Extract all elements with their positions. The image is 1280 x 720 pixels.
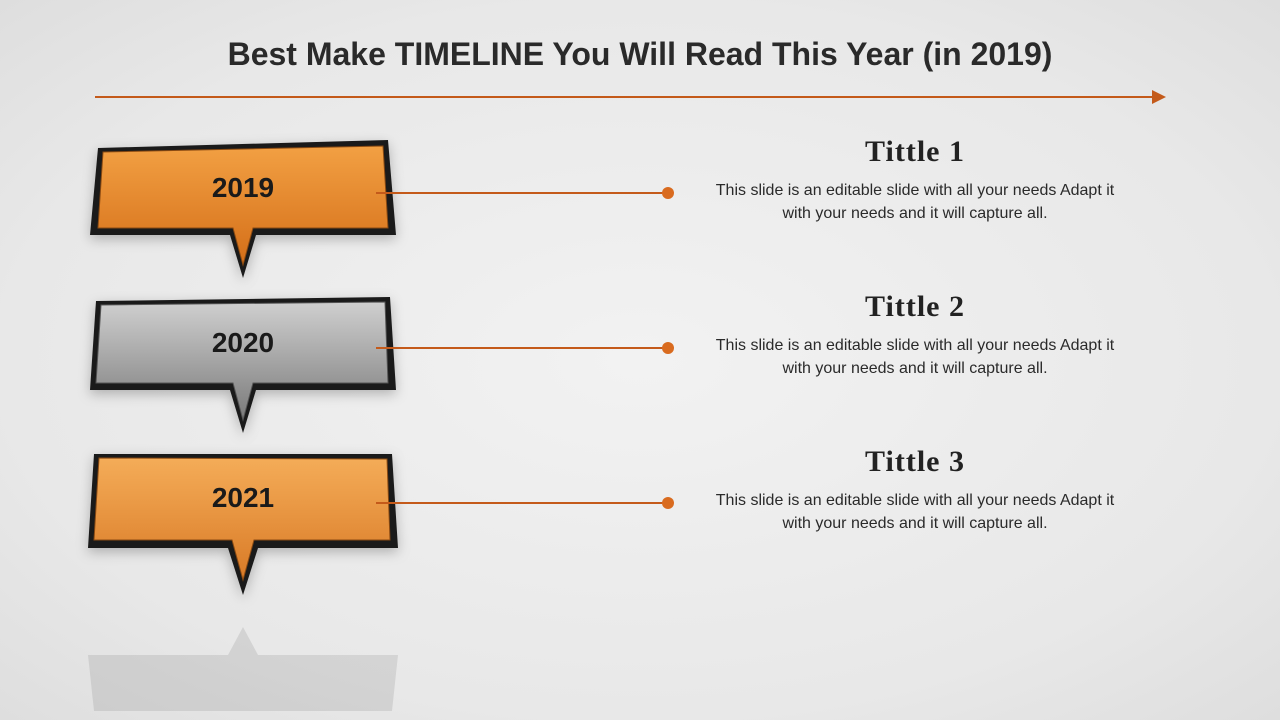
title-underline-arrow	[95, 96, 1155, 98]
year-block-2019: 2019	[88, 140, 408, 290]
year-label: 2019	[88, 172, 398, 204]
year-block-2021: 2021	[88, 450, 408, 605]
slide-title: Best Make TIMELINE You Will Read This Ye…	[0, 36, 1280, 73]
year-block-2020: 2020	[88, 295, 408, 445]
timeline-item-3: Tittle 3 This slide is an editable slide…	[700, 445, 1130, 535]
connector-line	[376, 502, 666, 504]
item-description: This slide is an editable slide with all…	[700, 489, 1130, 535]
item-description: This slide is an editable slide with all…	[700, 334, 1130, 380]
connector-dot-icon	[662, 342, 674, 354]
year-label: 2021	[88, 482, 398, 514]
item-title: Tittle 3	[700, 445, 1130, 479]
connector-line	[376, 192, 666, 194]
reflection-shadow	[88, 620, 408, 715]
item-title: Tittle 2	[700, 290, 1130, 324]
timeline-slide: Best Make TIMELINE You Will Read This Ye…	[0, 0, 1280, 720]
year-label: 2020	[88, 327, 398, 359]
connector-dot-icon	[662, 187, 674, 199]
timeline-item-1: Tittle 1 This slide is an editable slide…	[700, 135, 1130, 225]
arrow-right-icon	[1152, 90, 1166, 104]
item-title: Tittle 1	[700, 135, 1130, 169]
item-description: This slide is an editable slide with all…	[700, 179, 1130, 225]
connector-line	[376, 347, 666, 349]
connector-dot-icon	[662, 497, 674, 509]
timeline-item-2: Tittle 2 This slide is an editable slide…	[700, 290, 1130, 380]
